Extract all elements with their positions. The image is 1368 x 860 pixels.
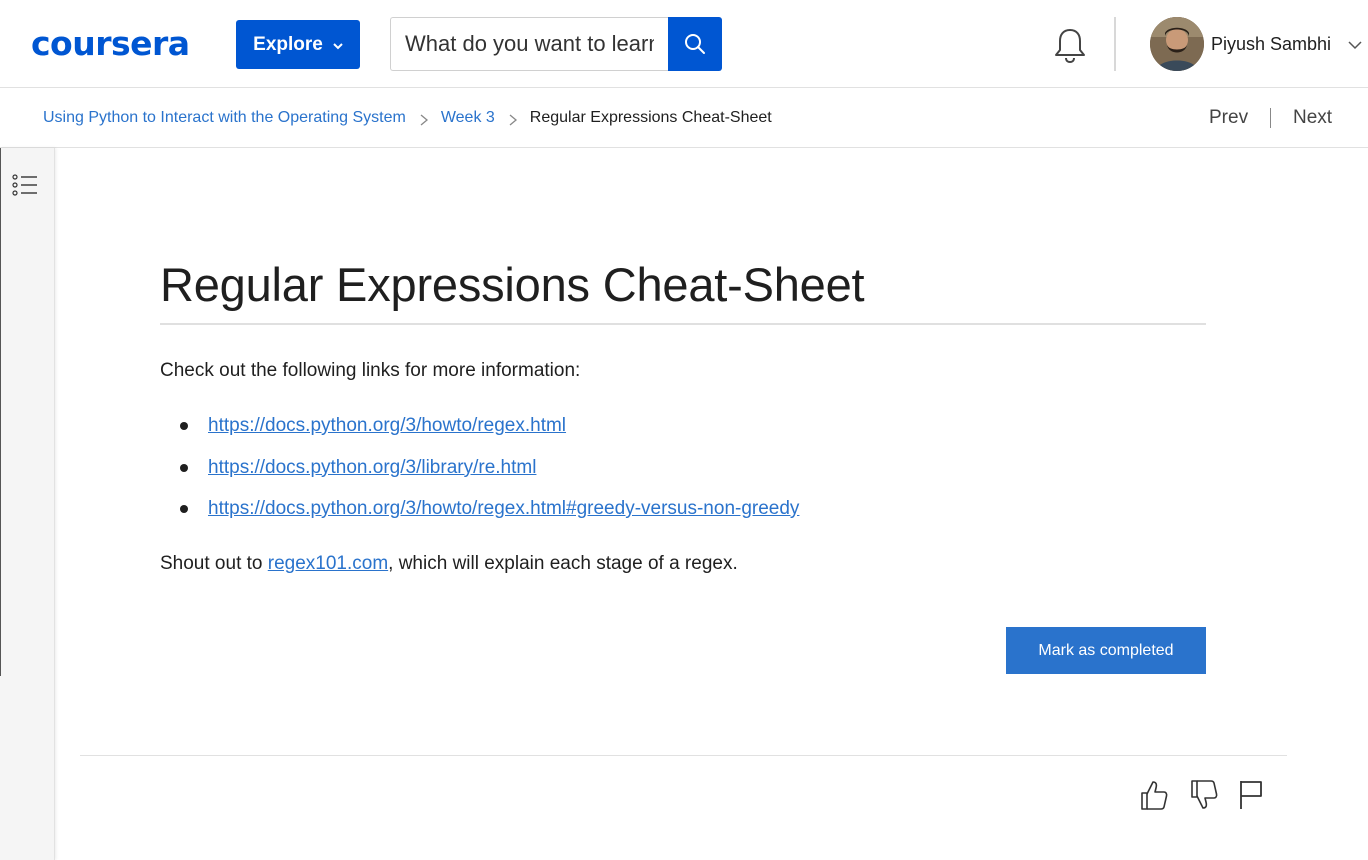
prev-link[interactable]: Prev (1209, 107, 1248, 129)
regex101-link[interactable]: regex101.com (268, 553, 388, 574)
search-input[interactable] (390, 17, 668, 71)
list-item: https://docs.python.org/3/howto/regex.ht… (160, 412, 799, 454)
link-regex-howto[interactable]: https://docs.python.org/3/howto/regex.ht… (208, 415, 566, 436)
flag-icon[interactable] (1236, 778, 1268, 812)
chevron-right-icon (509, 114, 517, 126)
breadcrumb-current: Regular Expressions Cheat-Sheet (529, 109, 772, 126)
list-item: https://docs.python.org/3/library/re.htm… (160, 454, 799, 496)
page-title: Regular Expressions Cheat-Sheet (160, 258, 865, 311)
user-photo (1150, 17, 1204, 71)
user-name[interactable]: Piyush Sambhi (1211, 33, 1331, 55)
top-header: coursera Explore Piyush Sambhi (0, 0, 1368, 88)
breadcrumb-course[interactable]: Using Python to Interact with the Operat… (43, 108, 406, 128)
link-greedy-vs-nongreedy[interactable]: https://docs.python.org/3/howto/regex.ht… (208, 498, 799, 519)
thumbs-up-icon[interactable] (1138, 778, 1170, 812)
list-item: https://docs.python.org/3/howto/regex.ht… (160, 495, 799, 537)
header-divider (1114, 17, 1116, 71)
resource-links-list: https://docs.python.org/3/howto/regex.ht… (160, 412, 799, 537)
shoutout-prefix: Shout out to (160, 553, 268, 574)
explore-button[interactable]: Explore (236, 20, 360, 69)
bullet (180, 422, 188, 430)
left-sidebar (0, 148, 55, 860)
footer-divider (80, 755, 1287, 756)
breadcrumb-bar: Using Python to Interact with the Operat… (0, 88, 1368, 148)
bullet (180, 463, 188, 472)
chevron-down-icon (333, 43, 343, 50)
link-re-library[interactable]: https://docs.python.org/3/library/re.htm… (208, 457, 536, 478)
search-button[interactable] (668, 17, 722, 71)
bell-icon[interactable] (1052, 26, 1088, 64)
search-icon (685, 34, 705, 54)
table-of-contents-icon[interactable] (12, 172, 38, 198)
chevron-right-icon (420, 114, 428, 126)
breadcrumb: Using Python to Interact with the Operat… (43, 108, 772, 128)
mark-as-completed-button[interactable]: Mark as completed (1006, 627, 1206, 674)
chevron-down-icon[interactable] (1348, 38, 1362, 52)
breadcrumb-week[interactable]: Week 3 (441, 108, 495, 128)
bullet (180, 505, 188, 513)
explore-label: Explore (253, 33, 323, 55)
shoutout-text: Shout out to regex101.com, which will ex… (160, 552, 738, 576)
coursera-logo[interactable]: coursera (31, 24, 190, 64)
nav-divider (1270, 108, 1271, 128)
avatar[interactable] (1150, 17, 1204, 71)
sidebar-edge (0, 148, 1, 676)
intro-text: Check out the following links for more i… (160, 360, 581, 381)
title-divider (160, 323, 1206, 325)
thumbs-down-icon[interactable] (1188, 778, 1220, 812)
next-link[interactable]: Next (1293, 107, 1332, 129)
shoutout-suffix: , which will explain each stage of a reg… (388, 553, 738, 574)
